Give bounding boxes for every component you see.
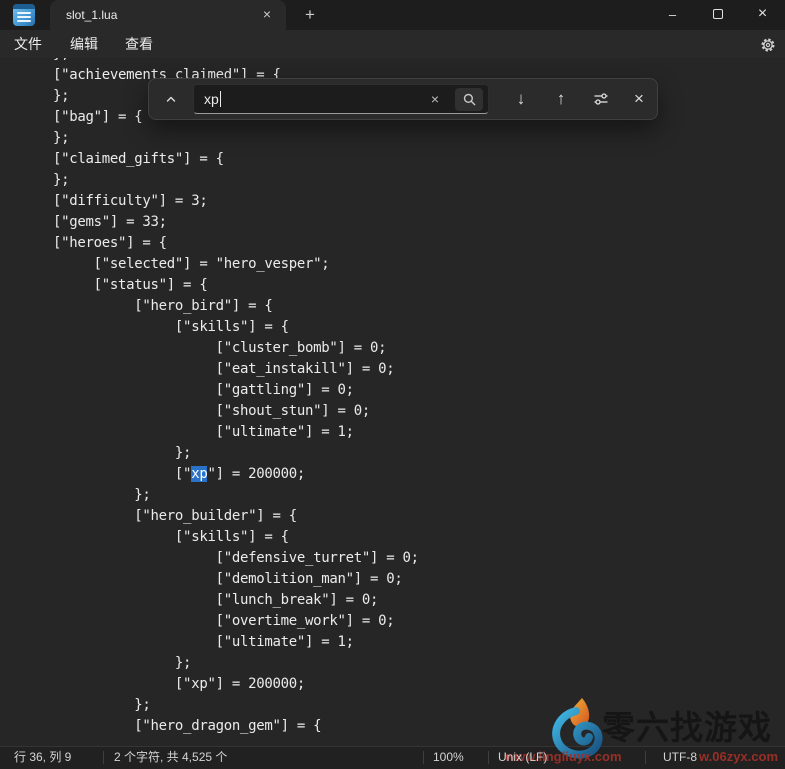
maximize-button[interactable] <box>695 0 740 28</box>
tab-slot1-lua[interactable]: slot_1.lua × <box>50 0 286 30</box>
plus-icon: + <box>305 5 315 24</box>
find-bar: xp × ↓ ↑ × <box>148 78 658 120</box>
close-button[interactable]: × <box>740 0 785 28</box>
close-icon: × <box>758 9 767 19</box>
clear-search-button[interactable]: × <box>424 88 446 110</box>
lua-code: }; ["achievements_claimed"] = { }; ["bag… <box>53 58 419 737</box>
find-previous-button[interactable]: ↑ <box>545 85 577 113</box>
text-editor[interactable]: }; ["achievements_claimed"] = { }; ["bag… <box>0 58 785 746</box>
statusbar-divider <box>645 751 646 764</box>
menu-edit[interactable]: 编辑 <box>60 30 108 58</box>
character-count: 2 个字符, 共 4,525 个 <box>114 746 227 769</box>
search-query: xp <box>204 91 219 107</box>
menu-view[interactable]: 查看 <box>115 30 163 58</box>
notepad-app-icon <box>13 4 35 26</box>
settings-button[interactable] <box>756 34 780 55</box>
code-before-selection: }; ["achievements_claimed"] = { }; ["bag… <box>53 58 394 482</box>
arrow-down-icon: ↓ <box>517 89 526 109</box>
cursor-position: 行 36, 列 9 <box>14 746 71 769</box>
close-find-icon: × <box>634 89 644 109</box>
tab-title: slot_1.lua <box>66 0 117 30</box>
expand-replace-button[interactable] <box>158 85 184 113</box>
arrow-up-icon: ↑ <box>557 89 566 109</box>
minimize-icon: – <box>669 7 676 22</box>
watermark-brand-text: 零六找游戏 <box>602 701 772 749</box>
close-find-bar-button[interactable]: × <box>623 85 655 113</box>
encoding: UTF-8 <box>663 746 697 769</box>
statusbar-divider <box>103 751 104 764</box>
titlebar: slot_1.lua × + – × <box>0 0 785 30</box>
search-input[interactable]: xp × <box>193 84 489 114</box>
chevron-up-icon <box>164 92 178 106</box>
statusbar: 行 36, 列 9 2 个字符, 共 4,525 个 100% Unix (LF… <box>0 746 785 769</box>
tab-close-icon[interactable]: × <box>258 6 276 24</box>
statusbar-divider <box>423 751 424 764</box>
search-match-highlight: xp <box>191 466 207 482</box>
window-controls: – × <box>650 0 785 30</box>
menu-file[interactable]: 文件 <box>4 30 52 58</box>
text-caret <box>220 91 221 107</box>
line-ending-type: Unix (LF) <box>498 746 547 769</box>
gear-icon <box>760 37 776 53</box>
sliders-icon <box>592 90 610 108</box>
menubar: 文件 编辑 查看 <box>0 30 785 58</box>
minimize-button[interactable]: – <box>650 0 695 28</box>
new-tab-button[interactable]: + <box>298 4 322 26</box>
search-icon <box>462 92 477 107</box>
search-submit-button[interactable] <box>455 88 483 111</box>
maximize-icon <box>713 9 723 19</box>
statusbar-divider <box>488 751 489 764</box>
zoom-level[interactable]: 100% <box>433 746 464 769</box>
code-after-selection: "] = 200000; }; ["hero_builder"] = { ["s… <box>53 466 419 734</box>
search-options-button[interactable] <box>585 85 617 113</box>
clear-icon: × <box>431 91 439 107</box>
find-next-button[interactable]: ↓ <box>505 85 537 113</box>
